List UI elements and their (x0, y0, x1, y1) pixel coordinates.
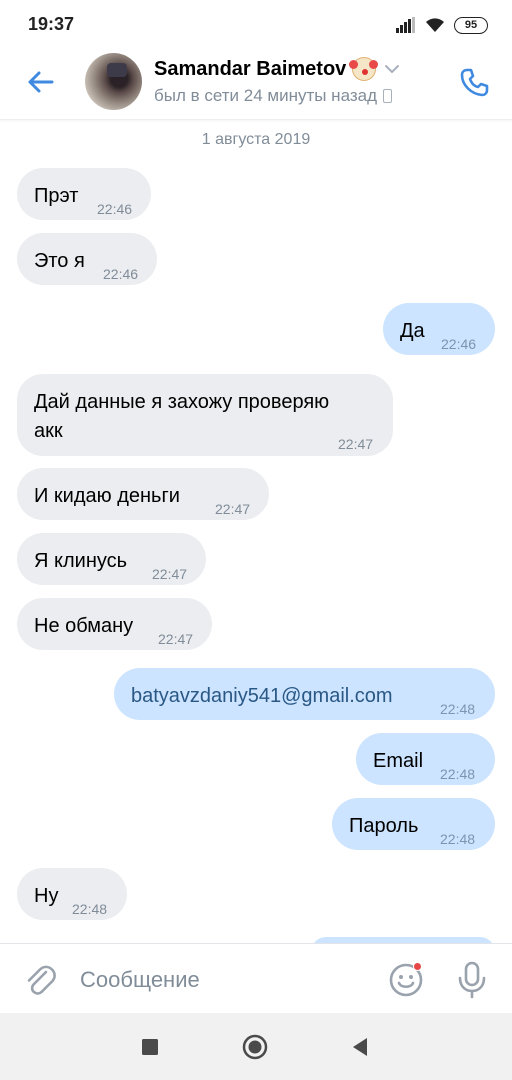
email-link[interactable]: batyavzdaniy541@gmail.com (131, 685, 393, 707)
message-bubble[interactable]: И кидаю деньги 22:47 (17, 468, 269, 520)
message-bubble[interactable]: Прэт 22:46 (17, 168, 151, 220)
message-time: 22:48 (440, 701, 476, 717)
message-text: Ну (34, 885, 59, 907)
wifi-icon (426, 18, 444, 32)
message-text: Да (400, 320, 425, 342)
message-time: 22:46 (103, 266, 139, 282)
clown-emoji-icon (349, 57, 377, 81)
phone-icon (460, 68, 489, 97)
message-bubble[interactable]: Не обману 22:47 (17, 598, 212, 650)
nav-recents-button[interactable] (136, 1033, 164, 1061)
message-bubble[interactable]: batyavzdaniy541@gmail.com 22:48 (114, 668, 495, 720)
avatar[interactable] (85, 53, 142, 110)
message-bubble[interactable]: Я клинусь 22:47 (17, 533, 206, 585)
message-text: Email (373, 750, 424, 772)
message-time: 22:47 (158, 631, 194, 647)
message-text: Пароль (349, 815, 419, 837)
message-time: 22:46 (441, 336, 477, 352)
message-bubble[interactable]: Это я 22:46 (17, 233, 157, 285)
message-text: Я клинусь (34, 550, 128, 572)
message-time: 22:47 (215, 501, 251, 517)
voice-message-button[interactable] (452, 958, 492, 1002)
message-time: 22:48 (440, 831, 476, 847)
message-composer (0, 943, 512, 1013)
last-seen-text: был в сети 24 минуты назад (154, 86, 378, 105)
message-text: Не обману (34, 615, 134, 637)
status-bar: 19:37 95 (0, 0, 512, 50)
message-time: 22:48 (72, 901, 108, 917)
message-bubble[interactable]: Ну 22:48 (17, 868, 127, 920)
back-arrow-icon (28, 71, 54, 93)
message-bubble[interactable]: Пароль 22:48 (332, 798, 495, 850)
message-text: акк (34, 420, 63, 442)
message-text: И кидаю деньги (34, 485, 180, 507)
date-separator: 1 августа 2019 (201, 131, 311, 148)
message-bubble[interactable]: Email 22:48 (356, 733, 495, 785)
mic-icon (458, 961, 486, 999)
message-bubble[interactable]: Дай данные я захожу проверяю акк 22:47 (17, 374, 393, 456)
notification-dot (413, 962, 422, 971)
back-button[interactable] (20, 62, 60, 102)
contact-status: был в сети 24 минуты назад (154, 86, 393, 106)
nav-back-icon (353, 1038, 367, 1056)
battery-icon: 95 (454, 16, 488, 34)
message-input[interactable] (80, 962, 370, 998)
message-time: 22:48 (440, 766, 476, 782)
system-nav-bar (0, 1013, 512, 1080)
attach-icon (27, 965, 56, 995)
message-time: 22:47 (338, 436, 374, 452)
chevron-down-icon (385, 65, 400, 74)
nav-home-button[interactable] (241, 1033, 269, 1061)
mobile-device-icon (383, 89, 393, 103)
message-text: Прэт (34, 185, 79, 207)
emoji-button[interactable] (386, 960, 426, 1000)
message-time: 22:46 (97, 201, 133, 217)
message-text: Дай данные я захожу проверяю (34, 391, 330, 413)
contact-name: Samandar Baimetov (154, 57, 347, 80)
message-text: Это я (34, 250, 85, 272)
status-time: 19:37 (28, 14, 75, 34)
nav-recents-icon (142, 1039, 158, 1055)
contact-name-row[interactable]: Samandar Baimetov (154, 57, 400, 81)
signal-icon (396, 17, 415, 33)
attach-button[interactable] (20, 960, 60, 1000)
call-button[interactable] (454, 62, 494, 102)
message-time: 22:47 (152, 566, 188, 582)
chat-header: Samandar Baimetov был в сети 24 минуты н… (0, 50, 512, 120)
message-bubble[interactable]: Да 22:46 (383, 303, 495, 355)
nav-home-icon (242, 1034, 268, 1060)
status-icons: 95 (396, 14, 488, 36)
nav-back-button[interactable] (346, 1033, 374, 1061)
